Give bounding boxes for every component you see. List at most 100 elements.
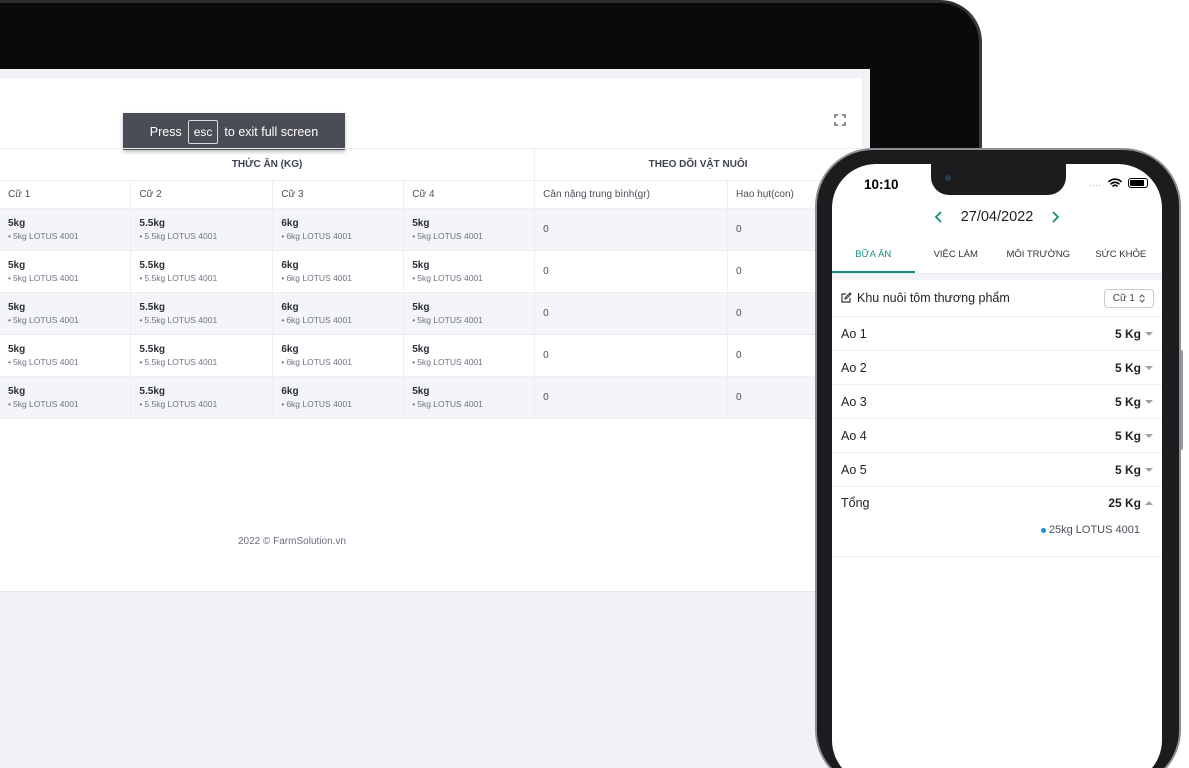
fullscreen-icon[interactable]: [834, 114, 846, 126]
pond-row[interactable]: Ao 5 5 Kg: [832, 453, 1162, 487]
feed-cell: 5.5kg5.5kg LOTUS 4001: [130, 250, 274, 293]
total-row[interactable]: Tổng 25 Kg: [832, 487, 1162, 519]
date-navigator: 27/04/2022: [832, 209, 1162, 225]
feed-cell: 5kg5kg LOTUS 4001: [403, 292, 536, 335]
feed-cell: 6kg6kg LOTUS 4001: [272, 334, 405, 377]
feed-amount: 5.5kg: [139, 218, 165, 229]
feed-cell: 5kg5kg LOTUS 4001: [403, 250, 536, 293]
tab-bar: BỮA ĂN VIỆC LÀM MÔI TRƯỜNG SỨC KHỎE: [832, 242, 1162, 274]
feed-cell: 5.5kg5.5kg LOTUS 4001: [130, 208, 274, 251]
feed-detail: 5.5kg LOTUS 4001: [139, 272, 264, 284]
tab-2[interactable]: MÔI TRƯỜNG: [997, 242, 1080, 273]
pond-name: Ao 1: [841, 326, 867, 341]
caret-down-icon: [1145, 399, 1153, 404]
total-block: Tổng 25 Kg 25kg LOTUS 4001: [832, 487, 1162, 557]
avg-weight-cell: 0: [534, 292, 729, 335]
feed-amount: 5.5kg: [139, 386, 165, 397]
pond-value: 5 Kg: [1114, 462, 1141, 477]
feed-detail: 5kg LOTUS 4001: [412, 314, 526, 326]
esc-key: esc: [187, 119, 219, 144]
feed-cell: 5kg5kg LOTUS 4001: [0, 250, 132, 293]
phone-notch: [931, 164, 1066, 195]
caret-up-icon: [1145, 501, 1153, 505]
pond-value: 5 Kg: [1114, 428, 1141, 443]
column-header-cu2: Cữ 2: [130, 180, 274, 209]
chevron-right-icon[interactable]: [1051, 211, 1060, 223]
pond-value: 5 Kg: [1114, 360, 1141, 375]
feed-detail: 5kg LOTUS 4001: [412, 230, 526, 242]
bullet-icon: [1040, 527, 1046, 533]
column-header-cu4: Cữ 4: [403, 180, 536, 209]
phone-frame: 10:10 .... 27/04/2022 BỮA ĂN VIỆC LÀM MÔI …: [815, 148, 1181, 768]
footer-copyright: 2022 © FarmSolution.vn: [238, 536, 346, 547]
pond-row[interactable]: Ao 1 5 Kg: [832, 317, 1162, 351]
feed-detail: 5kg LOTUS 4001: [8, 272, 122, 284]
feed-detail: 6kg LOTUS 4001: [281, 272, 395, 284]
tab-3[interactable]: SỨC KHỎE: [1080, 242, 1163, 273]
feed-amount: 6kg: [281, 218, 299, 229]
column-header-cu3: Cữ 3: [272, 180, 405, 209]
table-row: 5kg5kg LOTUS 40015.5kg5.5kg LOTUS 40016k…: [0, 208, 862, 251]
date-label: 27/04/2022: [960, 209, 1034, 225]
feed-detail: 6kg LOTUS 4001: [281, 314, 395, 326]
caret-down-icon: [1145, 433, 1153, 438]
camera-icon: [945, 175, 951, 181]
battery-icon: [1128, 178, 1148, 188]
table-row: 5kg5kg LOTUS 40015.5kg5.5kg LOTUS 40016k…: [0, 250, 862, 293]
fullscreen-toast: Press esc to exit full screen: [123, 113, 345, 150]
feed-cell: 6kg6kg LOTUS 4001: [272, 292, 405, 335]
feed-detail: 6kg LOTUS 4001: [281, 230, 395, 242]
laptop-screen: Press esc to exit full screen THỨC ĂN (K…: [0, 69, 870, 768]
table-row: 5kg5kg LOTUS 40015.5kg5.5kg LOTUS 40016k…: [0, 376, 862, 419]
pond-value: 5 Kg: [1114, 394, 1141, 409]
cage-select[interactable]: Cữ 1: [1103, 288, 1154, 308]
feed-amount: 5kg: [8, 344, 26, 355]
feed-cell: 6kg6kg LOTUS 4001: [272, 376, 405, 419]
feed-amount: 5kg: [412, 344, 430, 355]
feed-detail: 5kg LOTUS 4001: [412, 272, 526, 284]
edit-icon[interactable]: [840, 292, 852, 304]
feed-amount: 5kg: [8, 386, 26, 397]
status-time: 10:10: [864, 177, 899, 192]
feed-amount: 5.5kg: [139, 344, 165, 355]
chevron-left-icon[interactable]: [934, 211, 943, 223]
caret-down-icon: [1145, 467, 1153, 472]
sort-arrows-icon: [1139, 293, 1145, 303]
wifi-icon: [1108, 178, 1122, 187]
pond-row[interactable]: Ao 2 5 Kg: [832, 351, 1162, 385]
avg-weight-cell: 0: [534, 376, 729, 419]
group-header-tracking: THEO DÕI VẬT NUÔI: [534, 148, 862, 181]
feed-detail: 5.5kg LOTUS 4001: [139, 398, 264, 410]
feed-amount: 6kg: [281, 302, 299, 313]
feed-detail: 5kg LOTUS 4001: [412, 398, 526, 410]
tab-1[interactable]: VIỆC LÀM: [915, 242, 998, 273]
feed-cell: 5kg5kg LOTUS 4001: [0, 376, 132, 419]
feed-amount: 6kg: [281, 386, 299, 397]
feed-amount: 5kg: [412, 218, 430, 229]
table-row: 5kg5kg LOTUS 40015.5kg5.5kg LOTUS 40016k…: [0, 334, 862, 377]
feed-detail: 5.5kg LOTUS 4001: [139, 356, 264, 368]
report-card: Press esc to exit full screen THỨC ĂN (K…: [0, 78, 862, 592]
feed-cell: 5.5kg5.5kg LOTUS 4001: [130, 292, 274, 335]
total-detail-text: 25kg LOTUS 4001: [1048, 524, 1140, 536]
feed-cell: 6kg6kg LOTUS 4001: [272, 208, 405, 251]
feed-detail: 5.5kg LOTUS 4001: [139, 230, 264, 242]
total-value: 25 Kg: [1108, 496, 1141, 510]
feed-table: THỨC ĂN (KG) THEO DÕI VẬT NUÔI Cữ 1 Cữ 2…: [0, 148, 862, 419]
total-detail: 25kg LOTUS 4001: [1040, 524, 1140, 536]
stage: Press esc to exit full screen THỨC ĂN (K…: [0, 0, 1189, 768]
farm-title: Khu nuôi tôm thương phẩm: [857, 291, 1010, 305]
feed-amount: 5kg: [8, 260, 26, 271]
feed-detail: 6kg LOTUS 4001: [281, 398, 395, 410]
tab-0[interactable]: BỮA ĂN: [832, 242, 915, 273]
pond-row[interactable]: Ao 3 5 Kg: [832, 385, 1162, 419]
feed-amount: 6kg: [281, 260, 299, 271]
feed-cell: 5kg5kg LOTUS 4001: [0, 208, 132, 251]
pond-row[interactable]: Ao 4 5 Kg: [832, 419, 1162, 453]
avg-weight-cell: 0: [534, 208, 729, 251]
feed-amount: 5.5kg: [139, 302, 165, 313]
feed-detail: 5kg LOTUS 4001: [8, 398, 122, 410]
feed-cell: 5kg5kg LOTUS 4001: [403, 208, 536, 251]
feed-amount: 5kg: [8, 302, 26, 313]
column-header-avg-weight: Cân nặng trung bình(gr): [534, 180, 729, 209]
